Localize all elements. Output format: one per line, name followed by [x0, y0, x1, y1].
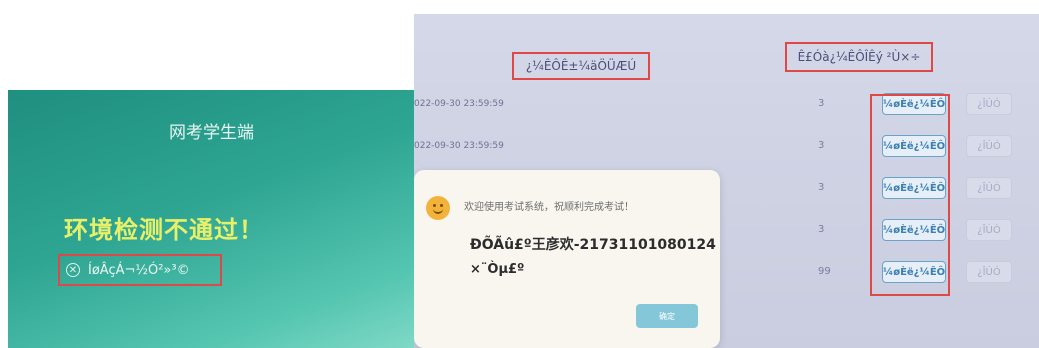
exam-time: 022-09-30 23:59:59 [414, 99, 504, 109]
environment-check-status: 环境检测不通过！ [64, 216, 264, 244]
network-error-text: ÍøÂçÁ¬½Ó²»³© [88, 262, 190, 278]
confirm-button[interactable]: 确定 [636, 304, 698, 328]
smiley-icon [426, 196, 450, 220]
secondary-action-button[interactable]: ¿ÎÚÓ [966, 135, 1012, 157]
student-name-line: ÐÕÃû£º王彦欢-21731101080124 [470, 237, 716, 253]
remaining-count: 3 [818, 98, 825, 109]
secondary-action-button[interactable]: ¿ÎÚÓ [966, 177, 1012, 199]
login-status-panel: 网考学生端 环境检测不通过！ ✕ ÍøÂçÁ¬½Ó²»³© [8, 90, 415, 348]
column-header-remaining-actions: Ê£Óà¿¼ÊÔÎÊý ²Ù×÷ [785, 42, 933, 72]
secondary-action-button[interactable]: ¿ÎÚÓ [966, 261, 1012, 283]
enter-exam-column-highlight [870, 94, 950, 296]
circle-x-icon: ✕ [66, 263, 80, 277]
network-error-box: ✕ ÍøÂçÁ¬½Ó²»³© [58, 254, 222, 286]
remaining-count: 3 [818, 140, 825, 151]
remaining-count: 3 [818, 224, 825, 235]
secondary-action-button[interactable]: ¿ÎÚÓ [966, 93, 1012, 115]
student-major-line: ×¨Òµ£º [470, 262, 525, 277]
app-title: 网考学生端 [169, 123, 254, 143]
exam-list-panel: ¿¼ÊÔÊ±¼äÖÜÆÚ Ê£Óà¿¼ÊÔÎÊý ²Ù×÷ 022-09-30 … [414, 14, 1039, 348]
exam-time: 022-09-30 23:59:59 [414, 141, 504, 151]
remaining-count: 99 [818, 266, 831, 277]
remaining-count: 3 [818, 182, 825, 193]
column-header-exam-period: ¿¼ÊÔÊ±¼äÖÜÆÚ [512, 52, 650, 80]
welcome-dialog: 欢迎使用考试系统，祝顺利完成考试！ ÐÕÃû£º王彦欢-217311010801… [414, 170, 720, 348]
welcome-message: 欢迎使用考试系统，祝顺利完成考试！ [464, 202, 634, 213]
secondary-action-button[interactable]: ¿ÎÚÓ [966, 219, 1012, 241]
